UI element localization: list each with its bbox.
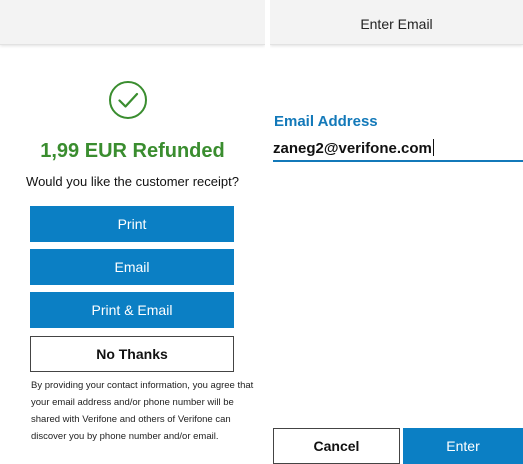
no-thanks-button[interactable]: No Thanks [30, 336, 234, 372]
email-field[interactable]: zaneg2@verifone.com [273, 137, 523, 162]
refund-title: 1,99 EUR Refunded [40, 140, 225, 162]
email-value: zaneg2@verifone.com [273, 140, 432, 157]
top-bar: Enter Email [270, 0, 523, 45]
text-cursor [432, 139, 434, 156]
email-address-label: Email Address [274, 113, 378, 130]
enter-button[interactable]: Enter [403, 428, 523, 464]
email-button[interactable]: Email [30, 249, 234, 285]
check-circle-icon [109, 81, 147, 119]
print-button[interactable]: Print [30, 206, 234, 242]
page-title: Enter Email [360, 16, 433, 32]
privacy-disclaimer: By providing your contact information, y… [31, 380, 254, 442]
enter-email-screen: Enter Email Email Address zaneg2@verifon… [270, 0, 523, 464]
receipt-question: Would you like the customer receipt? [26, 174, 239, 189]
cancel-button[interactable]: Cancel [273, 428, 400, 464]
top-bar [0, 0, 265, 45]
print-and-email-button[interactable]: Print & Email [30, 292, 234, 328]
receipt-options-screen: 1,99 EUR Refunded Would you like the cus… [0, 0, 265, 464]
